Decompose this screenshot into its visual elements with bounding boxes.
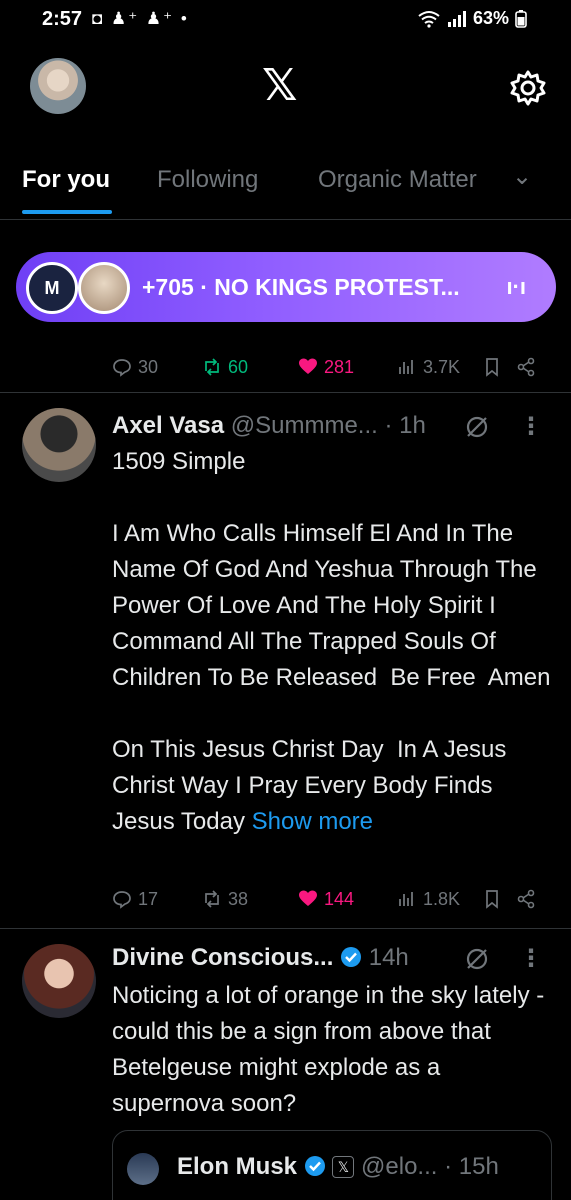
tweet-author-avatar[interactable] xyxy=(22,944,96,1018)
divider xyxy=(0,928,571,929)
space-title: +705 · NO KINGS PROTEST... xyxy=(142,274,460,300)
tweet-body: 1509 Simple I Am Who Calls Himself El An… xyxy=(112,444,557,840)
verified-badge-icon xyxy=(341,947,362,967)
share-icon xyxy=(517,889,535,909)
author-name[interactable]: Axel Vasa xyxy=(112,412,224,439)
status-time: 2:57 xyxy=(42,8,83,30)
grok-icon[interactable] xyxy=(464,946,490,972)
views-icon xyxy=(399,892,413,906)
views-button[interactable]: 1.8K xyxy=(397,889,460,910)
repost-count: 38 xyxy=(228,888,249,909)
space-guest-avatar xyxy=(78,262,130,314)
quoted-author-handle: @elo... xyxy=(361,1153,438,1180)
view-count: 3.7K xyxy=(423,356,461,377)
bookmark-icon xyxy=(486,358,498,377)
tweet-header: Axel Vasa @Summme... · 1h xyxy=(112,412,426,440)
reply-button[interactable]: 30 xyxy=(112,357,158,378)
reply-count: 30 xyxy=(138,356,159,377)
view-count: 1.8K xyxy=(423,888,461,909)
quoted-tweet-time: · 15h xyxy=(444,1153,499,1180)
more-options-icon[interactable]: ⋮ xyxy=(519,944,543,973)
tab-organic-matter[interactable]: Organic Matter xyxy=(318,166,477,194)
reply-icon xyxy=(113,891,131,909)
repost-count: 60 xyxy=(228,356,249,377)
tweet-time[interactable]: 14h xyxy=(369,944,409,971)
x-logo-icon: 𝕏 xyxy=(262,60,298,111)
bookmark-icon xyxy=(486,890,498,909)
share-icon xyxy=(517,357,535,377)
like-count: 144 xyxy=(324,888,355,909)
status-right-group: 63% xyxy=(417,8,527,29)
more-options-icon[interactable]: ⋮ xyxy=(519,412,543,441)
author-handle[interactable]: @Summme... xyxy=(231,412,378,439)
repost-icon xyxy=(205,358,219,376)
space-host-avatar: M xyxy=(26,262,78,314)
gear-icon[interactable] xyxy=(508,68,548,108)
tweet-author-avatar[interactable] xyxy=(22,408,96,482)
like-button[interactable]: 144 xyxy=(298,889,354,910)
tab-for-you[interactable]: For you xyxy=(22,166,110,194)
signal-icon xyxy=(447,10,466,27)
repost-icon xyxy=(205,890,219,908)
heart-icon xyxy=(299,890,317,906)
reply-button[interactable]: 17 xyxy=(112,889,158,910)
active-tab-indicator xyxy=(22,210,112,214)
quoted-tweet-header: Elon Musk 𝕏 @elo... · 15h xyxy=(177,1153,499,1181)
chevron-down-icon[interactable]: ⌄ xyxy=(512,162,532,191)
tab-following[interactable]: Following xyxy=(157,166,258,194)
repost-button[interactable]: 38 xyxy=(202,889,248,910)
notification-icons: ◘ ♟⁺ ♟⁺ • xyxy=(92,9,189,28)
status-bar: 2:57 ◘ ♟⁺ ♟⁺ • 63% xyxy=(0,0,571,44)
tweet-body: Noticing a lot of orange in the sky late… xyxy=(112,978,557,1122)
bookmark-button[interactable] xyxy=(482,889,502,909)
tweet-actions: 17 38 144 1.8K xyxy=(112,884,552,914)
audio-bars-icon: ı·ı xyxy=(506,274,526,299)
heart-icon xyxy=(299,358,317,374)
like-button[interactable]: 281 xyxy=(298,357,354,378)
timeline-tabs: For you Following Organic Matter ⌄ xyxy=(0,160,571,220)
live-space-pill[interactable]: M +705 · NO KINGS PROTEST... ı·ı xyxy=(16,252,556,322)
author-name[interactable]: Divine Conscious... xyxy=(112,944,333,971)
battery-percent: 63% xyxy=(472,8,509,28)
bookmark-button[interactable] xyxy=(482,357,502,377)
post-actions: 30 60 281 3.7K xyxy=(112,352,552,382)
show-more-link[interactable]: Show more xyxy=(252,808,373,835)
like-count: 281 xyxy=(324,356,355,377)
tweet-header: Divine Conscious... 14h xyxy=(112,944,409,972)
divider xyxy=(0,392,571,393)
views-icon xyxy=(399,360,413,374)
tweet-text: 1509 Simple I Am Who Calls Himself El An… xyxy=(112,448,551,835)
x-affiliate-icon: 𝕏 xyxy=(332,1156,355,1178)
views-button[interactable]: 3.7K xyxy=(397,357,460,378)
wifi-icon xyxy=(418,10,440,28)
reply-count: 17 xyxy=(138,888,159,909)
repost-button[interactable]: 60 xyxy=(202,357,248,378)
quoted-author-avatar xyxy=(127,1153,159,1185)
grok-icon[interactable] xyxy=(464,414,490,440)
quoted-tweet[interactable]: Elon Musk 𝕏 @elo... · 15h xyxy=(112,1130,552,1200)
share-button[interactable] xyxy=(516,357,536,377)
share-button[interactable] xyxy=(516,889,536,909)
tweet-text: Noticing a lot of orange in the sky late… xyxy=(112,982,551,1117)
battery-icon xyxy=(515,9,527,28)
quoted-author-name: Elon Musk xyxy=(177,1153,298,1180)
profile-avatar[interactable] xyxy=(30,58,86,114)
tweet-time[interactable]: · 1h xyxy=(384,412,425,439)
verified-badge-icon xyxy=(304,1156,325,1176)
reply-icon xyxy=(113,359,131,377)
